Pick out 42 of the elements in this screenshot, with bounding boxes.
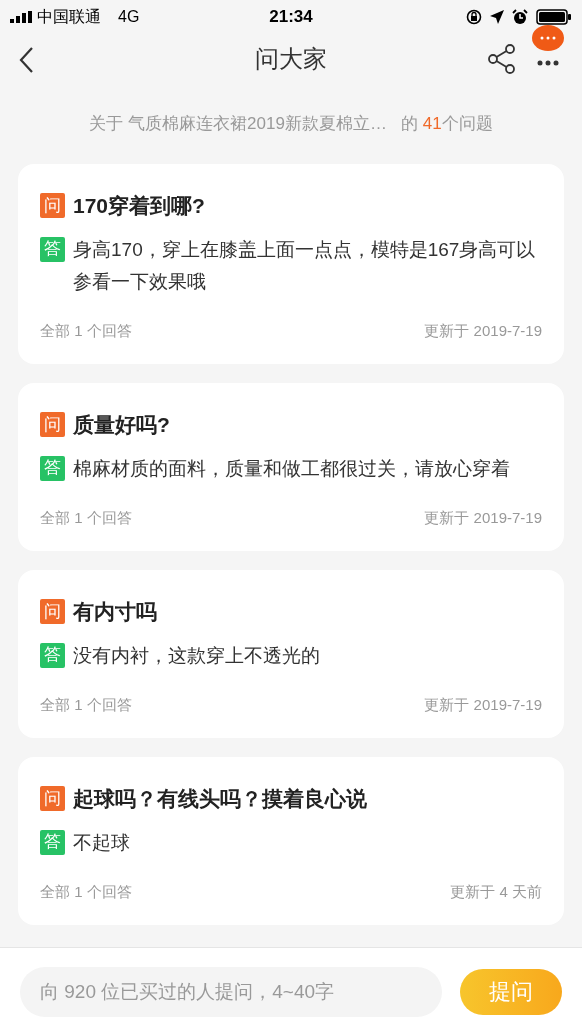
share-button[interactable] [488, 44, 516, 74]
question-card[interactable]: 问 有内寸吗 答 没有内衬，这款穿上不透光的 全部 1 个回答 更新于 2019-7-19 [18, 570, 564, 738]
question-text: 170穿着到哪? [73, 193, 205, 219]
answer-count[interactable]: 全部 1 个回答 [40, 319, 132, 342]
answer-text: 没有内衬，这款穿上不透光的 [73, 643, 320, 668]
answer-text: 身高170，穿上在膝盖上面一点点，模特是167身高可以参看一下效果哦 [73, 237, 537, 294]
question-card[interactable]: 问 起球吗？有线头吗？摸着良心说 答 不起球 全部 1 个回答 更新于 4 天前 [18, 757, 564, 925]
answer-count[interactable]: 全部 1 个回答 [40, 880, 132, 903]
clock-time: 21:34 [269, 6, 313, 29]
question-text: 起球吗？有线头吗？摸着良心说 [73, 786, 367, 812]
ask-button[interactable]: 提问 [460, 968, 562, 1015]
question-input[interactable]: 向 920 位已买过的人提问，4~40字 [20, 966, 442, 1017]
answer-tag: 答 [40, 829, 65, 855]
rotation-lock-icon [466, 9, 482, 25]
battery-icon [536, 9, 572, 25]
signal-icon [10, 11, 32, 23]
question-card[interactable]: 问 170穿着到哪? 答 身高170，穿上在膝盖上面一点点，模特是167身高可以参看一下效果哦 全部 1 个回答 更新于 2019-7-19 [18, 164, 564, 364]
question-text: 质量好吗? [73, 412, 170, 438]
page-title: 问大家 [255, 44, 327, 74]
answer-tag: 答 [40, 642, 65, 668]
answer-text: 棉麻材质的面料，质量和做工都很过关，请放心穿着 [73, 456, 510, 481]
carrier-name: 中国联通 [37, 7, 101, 27]
question-tag: 问 [40, 786, 65, 812]
alarm-icon [512, 9, 528, 25]
answer-count[interactable]: 全部 1 个回答 [40, 506, 132, 529]
question-summary: 关于 气质棉麻连衣裙2019新款夏棉立… 的 41个问题 [89, 113, 493, 136]
question-card[interactable]: 问 质量好吗? 答 棉麻材质的面料，质量和做工都很过关，请放心穿着 全部 1 个回答 更新于 2019-7-19 [18, 383, 564, 551]
answer-text: 不起球 [73, 830, 130, 855]
question-tag: 问 [40, 412, 65, 438]
location-icon [490, 10, 504, 24]
question-tag: 问 [40, 599, 65, 625]
updated-date: 更新于 2019-7-19 [424, 694, 542, 715]
updated-date: 更新于 2019-7-19 [424, 320, 542, 341]
answer-tag: 答 [40, 455, 65, 481]
updated-date: 更新于 2019-7-19 [424, 507, 542, 528]
answer-tag: 答 [40, 236, 65, 262]
updated-date: 更新于 4 天前 [450, 881, 542, 902]
back-button[interactable] [18, 46, 34, 74]
answer-count[interactable]: 全部 1 个回答 [40, 693, 132, 716]
question-text: 有内寸吗 [73, 599, 157, 625]
question-tag: 问 [40, 193, 65, 219]
network-type: 4G [118, 7, 140, 27]
